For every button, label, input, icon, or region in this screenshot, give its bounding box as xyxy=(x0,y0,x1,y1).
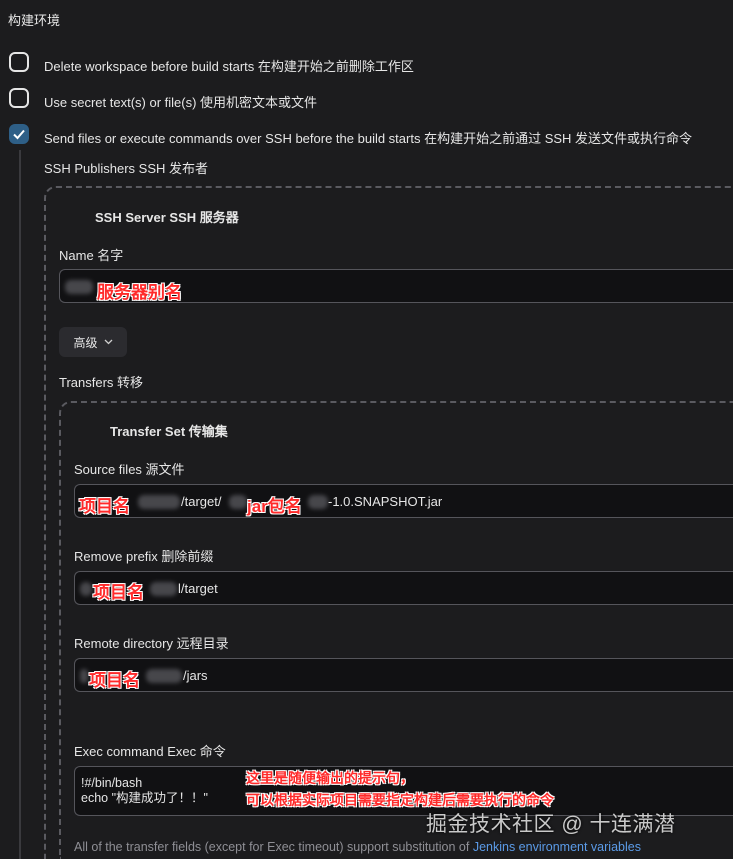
ssh-publishers-label: SSH Publishers SSH 发布者 xyxy=(44,161,208,176)
help-text-body: All of the transfer fields (except for E… xyxy=(74,840,473,854)
ssh-before-build-label: Send files or execute commands over SSH … xyxy=(44,131,693,146)
delete-workspace-label: Delete workspace before build starts 在构建… xyxy=(44,59,414,74)
prefix-project-annotation: 项目名 xyxy=(93,583,144,602)
remove-prefix-label: Remove prefix 删除前缀 xyxy=(74,549,214,564)
exec-annotation-line-1: 这里是随便输出的提示句， xyxy=(246,770,414,786)
nesting-line xyxy=(19,150,21,859)
source-project-annotation: 项目名 xyxy=(79,497,130,516)
watermark: 掘金技术社区 @ 十连满潜 xyxy=(426,813,676,836)
exec-line-1: !#/bin/bash xyxy=(81,776,143,790)
advanced-button[interactable]: 高级 xyxy=(59,327,127,357)
redacted-value xyxy=(138,495,180,509)
transfers-label: Transfers 转移 xyxy=(59,375,144,390)
source-path-tail: -1.0.SNAPSHOT.jar xyxy=(328,494,443,509)
secret-text-checkbox[interactable] xyxy=(9,88,29,108)
redacted-value xyxy=(80,669,88,683)
remote-project-annotation: 项目名 xyxy=(89,671,140,690)
delete-workspace-checkbox[interactable] xyxy=(9,52,29,72)
redacted-value xyxy=(308,495,328,509)
secret-text-label: Use secret text(s) or file(s) 使用机密文本或文件 xyxy=(44,95,318,110)
redacted-value xyxy=(80,582,92,596)
exec-command-label: Exec command Exec 命令 xyxy=(74,744,226,759)
redacted-value xyxy=(150,582,177,596)
jenkins-env-vars-link[interactable]: Jenkins environment variables xyxy=(473,840,641,854)
source-files-label: Source files 源文件 xyxy=(74,462,185,477)
source-path-mid: /target/ xyxy=(181,494,222,509)
section-title: 构建环境 xyxy=(8,13,61,28)
remote-path-tail: /jars xyxy=(183,668,208,683)
exec-line-2: echo "构建成功了！！" xyxy=(81,791,208,805)
exec-annotation-line-2: 可以根据实际项目需要指定构建后需要执行的命令 xyxy=(246,792,554,808)
redacted-value xyxy=(65,280,93,294)
name-field-label: Name 名字 xyxy=(59,248,124,263)
help-text: All of the transfer fields (except for E… xyxy=(74,840,641,854)
chevron-down-icon xyxy=(104,339,112,345)
server-alias-annotation: 服务器别名 xyxy=(97,283,182,302)
remote-directory-label: Remote directory 远程目录 xyxy=(74,636,229,651)
checkmark-icon xyxy=(13,129,25,140)
ssh-before-build-checkbox[interactable] xyxy=(9,124,29,144)
redacted-value xyxy=(229,495,247,509)
advanced-button-label: 高级 xyxy=(73,335,98,350)
source-jar-annotation: jar包名 xyxy=(247,497,302,516)
transfer-set-title: Transfer Set 传输集 xyxy=(110,424,228,439)
prefix-path-tail: l/target xyxy=(178,581,218,596)
ssh-server-title: SSH Server SSH 服务器 xyxy=(95,210,239,225)
redacted-value xyxy=(146,669,182,683)
